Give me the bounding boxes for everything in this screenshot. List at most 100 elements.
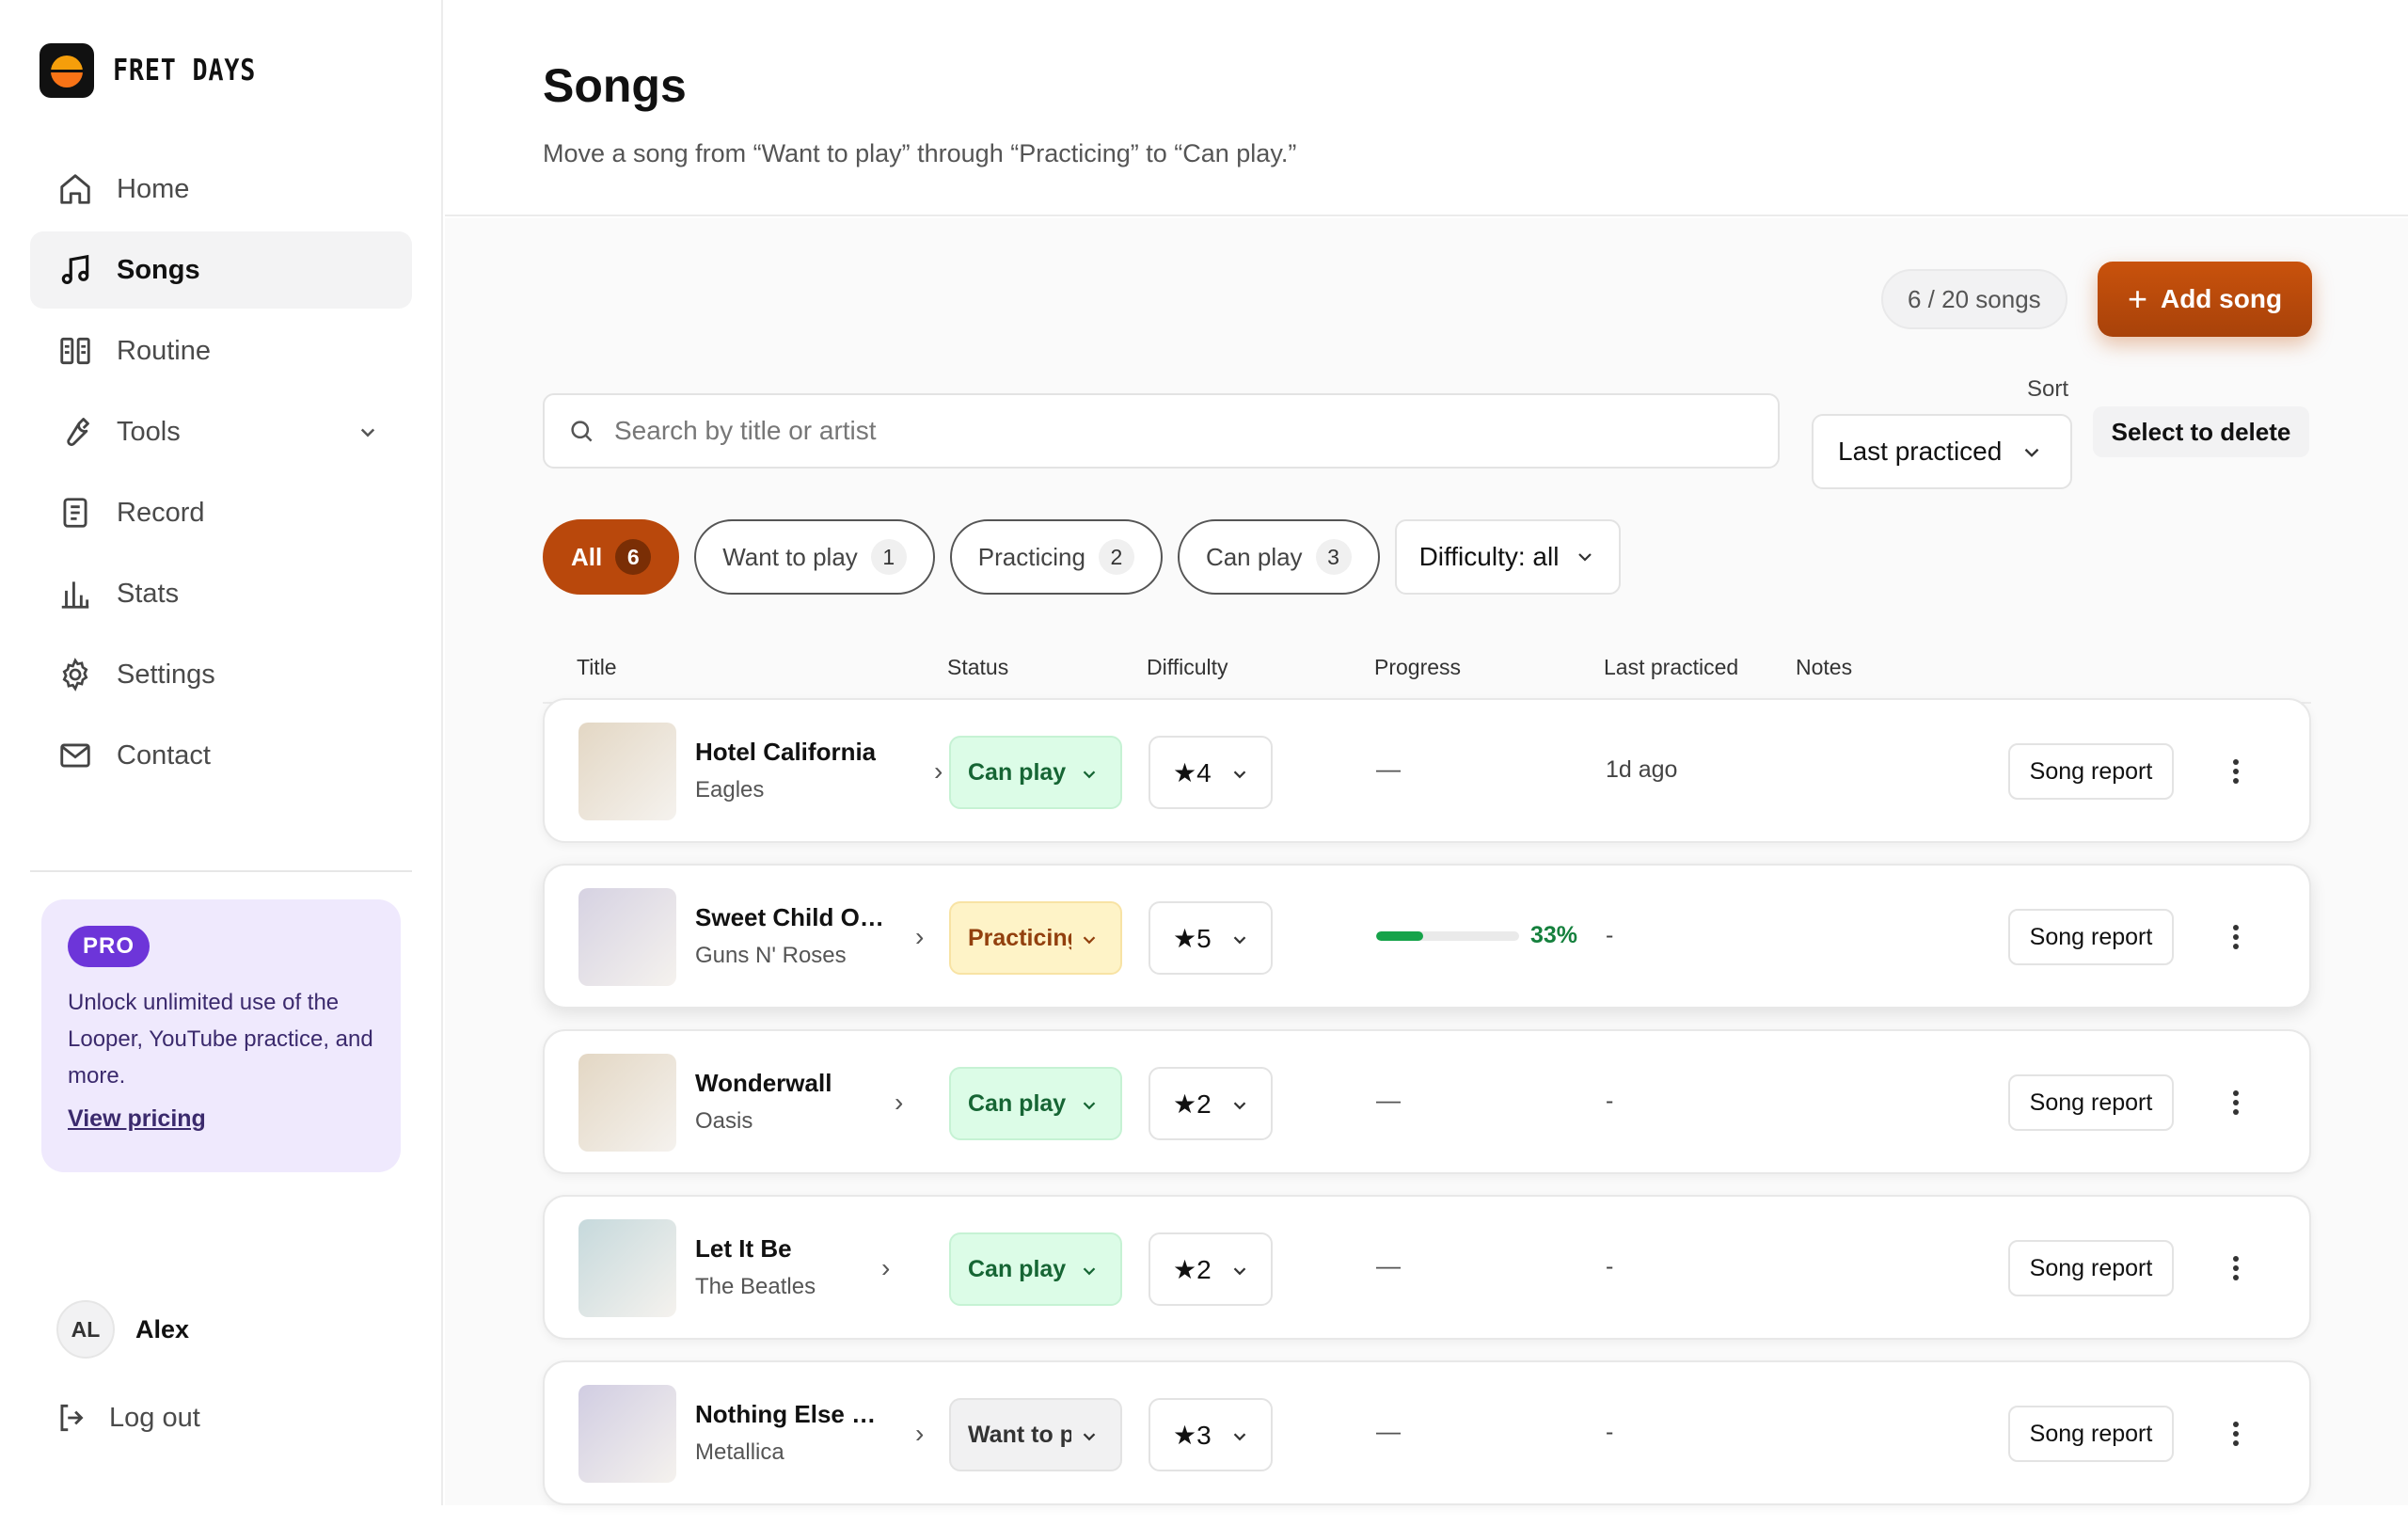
last-practiced: -: [1606, 922, 1614, 948]
last-practiced: -: [1606, 1088, 1614, 1114]
chevron-down-icon: [1233, 771, 1246, 779]
filter-chip-label: Can play: [1205, 542, 1303, 571]
add-song-button[interactable]: + Add song: [2098, 262, 2312, 337]
more-options-icon[interactable]: [2219, 918, 2253, 956]
progress-percent: 33%: [1530, 922, 1578, 948]
table-row[interactable]: Let It Be The Beatles › Can play ★2 — - …: [543, 1195, 2311, 1340]
sidebar: FRET DAYS Home Songs Routine Tools Recor…: [0, 0, 443, 1505]
sort-select[interactable]: Last practiced: [1812, 414, 2072, 489]
status-select[interactable]: Can play: [949, 1067, 1122, 1140]
logo-icon: [40, 43, 94, 98]
table-row[interactable]: Nothing Else Ma... Metallica › Want to p…: [543, 1360, 2311, 1505]
table-row[interactable]: Wonderwall Oasis › Can play ★2 — - Song …: [543, 1029, 2311, 1174]
difficulty-select[interactable]: ★2: [1149, 1232, 1273, 1306]
status-select[interactable]: Practicing: [949, 901, 1122, 975]
search-input[interactable]: [612, 415, 1741, 447]
status-select[interactable]: Can play: [949, 736, 1122, 809]
table-header: Title Status Difficulty Progress Last pr…: [543, 642, 2311, 704]
brand-name: FRET DAYS: [113, 54, 257, 87]
song-report-button[interactable]: Song report: [2008, 1240, 2174, 1296]
select-to-delete-button[interactable]: Select to delete: [2093, 406, 2309, 457]
sidebar-item-contact[interactable]: Contact: [30, 717, 412, 794]
status-filters: All 6 Want to play 1 Practicing 2 Can pl…: [543, 519, 1622, 595]
sidebar-item-record[interactable]: Record: [30, 474, 412, 551]
user-profile[interactable]: AL Alex: [56, 1300, 189, 1359]
chevron-down-icon: [1233, 1433, 1246, 1441]
filter-chip-count: 1: [870, 539, 907, 575]
song-report-button[interactable]: Song report: [2008, 1406, 2174, 1462]
sidebar-item-tools[interactable]: Tools: [30, 393, 412, 470]
sidebar-item-label: Home: [117, 173, 190, 204]
sidebar-item-label: Contact: [117, 739, 211, 771]
progress-bar-fill: [1376, 931, 1424, 941]
progress-empty: —: [1376, 1086, 1401, 1114]
column-header-status[interactable]: Status: [947, 655, 1008, 680]
difficulty-select[interactable]: ★5: [1149, 901, 1273, 975]
song-report-button[interactable]: Song report: [2008, 1074, 2174, 1131]
difficulty-filter-select[interactable]: Difficulty: all: [1394, 519, 1622, 595]
gear-icon: [56, 656, 94, 693]
chevron-down-icon: [1233, 936, 1246, 945]
filter-chip-can-play[interactable]: Can play 3: [1177, 519, 1380, 595]
filter-chip-practicing[interactable]: Practicing 2: [949, 519, 1163, 595]
song-report-button[interactable]: Song report: [2008, 909, 2174, 965]
song-thumbnail: [578, 1219, 676, 1317]
song-title[interactable]: Wonderwall: [695, 1069, 832, 1098]
difficulty-value: ★2: [1173, 1089, 1212, 1119]
difficulty-select[interactable]: ★3: [1149, 1398, 1273, 1471]
column-header-difficulty[interactable]: Difficulty: [1147, 655, 1228, 680]
song-title[interactable]: Let It Be: [695, 1234, 792, 1264]
clipboard-icon: [56, 494, 94, 532]
chevron-down-icon: [1578, 553, 1592, 562]
last-practiced: -: [1606, 1253, 1614, 1280]
chevron-down-icon: [1233, 1102, 1246, 1110]
sidebar-item-songs[interactable]: Songs: [30, 231, 412, 309]
song-title[interactable]: Nothing Else Ma...: [695, 1400, 888, 1429]
chevron-right-icon[interactable]: ›: [915, 1419, 924, 1449]
chevron-down-icon: [1083, 936, 1096, 945]
progress-empty: —: [1376, 1251, 1401, 1280]
progress-empty: —: [1376, 755, 1401, 783]
logout-button[interactable]: Log out: [55, 1400, 200, 1436]
column-header-notes[interactable]: Notes: [1796, 655, 1852, 680]
song-artist: Eagles: [695, 777, 765, 803]
search-box[interactable]: [543, 393, 1780, 469]
filter-chip-want-to-play[interactable]: Want to play 1: [694, 519, 935, 595]
chevron-right-icon[interactable]: ›: [881, 1253, 890, 1283]
status-select[interactable]: Can play: [949, 1232, 1122, 1306]
sidebar-item-stats[interactable]: Stats: [30, 555, 412, 632]
table-row[interactable]: Hotel California Eagles › Can play ★4 — …: [543, 698, 2311, 843]
song-title[interactable]: Hotel California: [695, 738, 876, 767]
status-select[interactable]: Want to play: [949, 1398, 1122, 1471]
difficulty-value: ★2: [1173, 1254, 1212, 1284]
chevron-down-icon: [1083, 1102, 1096, 1110]
filter-chip-all[interactable]: All 6: [543, 519, 680, 595]
more-options-icon[interactable]: [2219, 1084, 2253, 1121]
chevron-down-icon[interactable]: [354, 418, 382, 446]
view-pricing-link[interactable]: View pricing: [68, 1105, 206, 1133]
difficulty-select[interactable]: ★2: [1149, 1067, 1273, 1140]
pro-description: Unlock unlimited use of the Looper, YouT…: [68, 990, 373, 1089]
chevron-right-icon[interactable]: ›: [934, 756, 943, 787]
table-row[interactable]: Sweet Child O' ... Guns N' Roses › Pract…: [543, 864, 2311, 1009]
column-header-last-practiced[interactable]: Last practiced: [1604, 655, 1738, 680]
column-header-title[interactable]: Title: [577, 655, 617, 680]
more-options-icon[interactable]: [2219, 753, 2253, 790]
sort-value: Last practiced: [1838, 437, 2003, 466]
sidebar-item-routine[interactable]: Routine: [30, 312, 412, 389]
chevron-right-icon[interactable]: ›: [895, 1088, 903, 1118]
more-options-icon[interactable]: [2219, 1249, 2253, 1287]
difficulty-select[interactable]: ★4: [1149, 736, 1273, 809]
column-header-progress[interactable]: Progress: [1374, 655, 1461, 680]
wrench-icon: [56, 413, 94, 451]
sidebar-item-home[interactable]: Home: [30, 151, 412, 228]
more-options-icon[interactable]: [2219, 1415, 2253, 1453]
status-value: Can play: [968, 758, 1067, 786]
plus-icon: +: [2127, 279, 2147, 318]
sidebar-item-settings[interactable]: Settings: [30, 636, 412, 713]
brand[interactable]: FRET DAYS: [40, 43, 279, 98]
song-title[interactable]: Sweet Child O' ...: [695, 903, 888, 932]
chevron-right-icon[interactable]: ›: [915, 922, 924, 952]
song-report-button[interactable]: Song report: [2008, 743, 2174, 800]
user-name: Alex: [135, 1314, 190, 1343]
